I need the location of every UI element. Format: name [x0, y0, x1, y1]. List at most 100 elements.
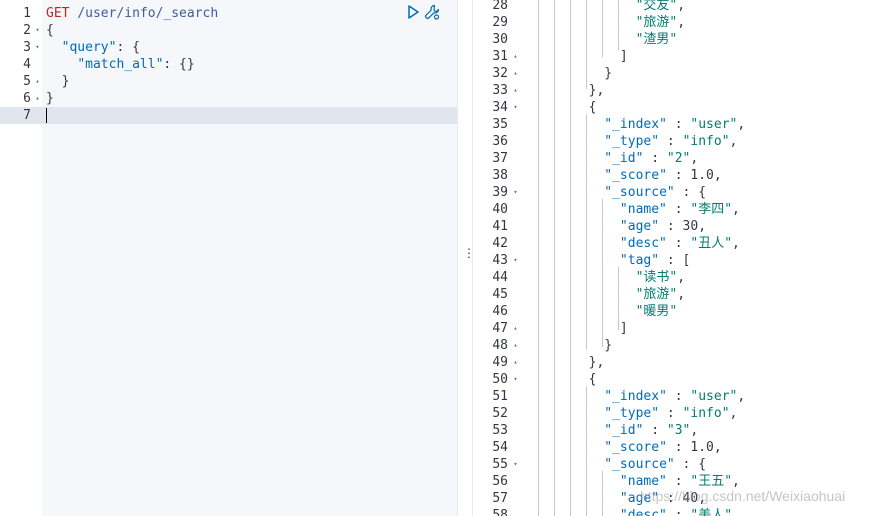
- fold-close-icon[interactable]: ▴: [33, 73, 42, 90]
- token-num: 1.0: [690, 168, 714, 183]
- code-text: }: [526, 337, 612, 354]
- pane-resizer[interactable]: ⋮: [457, 0, 475, 516]
- code-line[interactable]: 39 ▾ "_source" : {: [473, 184, 894, 201]
- token-punc: ,: [698, 219, 707, 234]
- line-number: 58: [492, 508, 508, 516]
- code-text: "_source" : {: [526, 456, 706, 473]
- code-line[interactable]: 1 GET /user/info/_search: [0, 5, 457, 22]
- line-number: 38: [492, 168, 508, 183]
- token-key: "match_all": [77, 57, 164, 72]
- code-line[interactable]: 42 "desc" : "丑人",: [473, 235, 894, 252]
- fold-open-icon[interactable]: ▾: [511, 252, 520, 269]
- code-line[interactable]: 47 ▴ ]: [473, 320, 894, 337]
- token-key: "_source": [604, 185, 675, 200]
- code-text: "_index" : "user",: [526, 116, 745, 133]
- line-number: 3: [23, 40, 31, 55]
- token-punc: }: [526, 66, 613, 81]
- request-editor[interactable]: 1 GET /user/info/_search 2 ▾{3 ▾ "query": {4…: [0, 0, 457, 516]
- line-number: 49: [492, 355, 508, 370]
- code-line[interactable]: 58 "desc" : "美人",: [473, 507, 894, 516]
- code-text: "_type" : "info",: [526, 405, 737, 422]
- code-text: "_source" : {: [526, 184, 706, 201]
- code-line[interactable]: 53 "_id" : "3",: [473, 422, 894, 439]
- token-punc: ,: [713, 168, 722, 183]
- token-str: "交友": [635, 0, 678, 13]
- code-line[interactable]: 34 ▾ {: [473, 99, 894, 116]
- token-punc: [526, 253, 620, 268]
- code-line[interactable]: 36 "_type" : "info",: [473, 133, 894, 150]
- token-punc: [526, 304, 636, 319]
- fold-open-icon[interactable]: ▾: [511, 99, 520, 116]
- token-str: "info": [682, 134, 730, 149]
- token-url: /user/info/_search: [77, 6, 219, 21]
- code-line[interactable]: 44 "读书",: [473, 269, 894, 286]
- code-line[interactable]: 37 "_id" : "2",: [473, 150, 894, 167]
- wrench-icon[interactable]: [424, 4, 440, 20]
- token-str: "user": [690, 389, 738, 404]
- code-line[interactable]: 4 "match_all": {}: [0, 56, 457, 73]
- token-punc: {: [526, 100, 597, 115]
- fold-close-icon[interactable]: ▴: [511, 337, 520, 354]
- fold-close-icon[interactable]: ▴: [33, 90, 42, 107]
- code-line[interactable]: 54 "_score" : 1.0,: [473, 439, 894, 456]
- token-punc: :: [659, 406, 683, 421]
- code-line[interactable]: 31 ▴ ]: [473, 48, 894, 65]
- fold-open-icon[interactable]: ▾: [33, 22, 42, 39]
- code-line[interactable]: 30 "渣男": [473, 31, 894, 48]
- code-line[interactable]: 32 ▴ }: [473, 65, 894, 82]
- code-line[interactable]: 43 ▾ "tag" : [: [473, 252, 894, 269]
- line-number: 4: [23, 57, 31, 72]
- token-key: "name": [619, 474, 667, 489]
- line-number: 51: [492, 389, 508, 404]
- fold-close-icon[interactable]: ▴: [511, 65, 520, 82]
- code-line[interactable]: 7: [0, 107, 457, 124]
- fold-close-icon[interactable]: ▴: [511, 354, 520, 371]
- code-text: },: [526, 354, 605, 371]
- code-text: "旅游",: [526, 14, 685, 31]
- code-line[interactable]: 50 ▾ {: [473, 371, 894, 388]
- token-punc: [526, 219, 620, 234]
- code-line[interactable]: 33 ▴ },: [473, 82, 894, 99]
- code-text: "match_all": {}: [46, 56, 194, 73]
- token-punc: [526, 202, 620, 217]
- code-line[interactable]: 52 "_type" : "info",: [473, 405, 894, 422]
- fold-open-icon[interactable]: ▾: [511, 184, 520, 201]
- token-punc: :: [666, 202, 691, 217]
- code-line[interactable]: 6 ▴}: [0, 90, 457, 107]
- code-line[interactable]: 45 "旅游",: [473, 286, 894, 303]
- token-key: "_score": [604, 168, 667, 183]
- token-punc: :: [666, 117, 691, 132]
- code-line[interactable]: 2 ▾ {: [0, 22, 457, 39]
- line-number: 55: [492, 457, 508, 472]
- line-number: 2: [23, 23, 31, 38]
- code-line[interactable]: 49 ▴ },: [473, 354, 894, 371]
- fold-close-icon[interactable]: ▴: [511, 82, 520, 99]
- code-line[interactable]: 3 ▾ "query": {: [0, 39, 457, 56]
- token-str: "读书": [635, 270, 678, 285]
- code-line[interactable]: 29 "旅游",: [473, 14, 894, 31]
- run-request-icon[interactable]: [406, 4, 420, 20]
- fold-close-icon[interactable]: ▴: [511, 320, 520, 337]
- code-line[interactable]: 55 ▾ "_source" : {: [473, 456, 894, 473]
- drag-handle-icon[interactable]: ⋮: [463, 247, 475, 259]
- code-line[interactable]: 46 "暖男": [473, 303, 894, 320]
- fold-close-icon[interactable]: ▴: [511, 48, 520, 65]
- code-line[interactable]: 51 "_index" : "user",: [473, 388, 894, 405]
- code-line[interactable]: 41 "age" : 30,: [473, 218, 894, 235]
- code-line[interactable]: 28 "交友",: [473, 0, 894, 14]
- code-line[interactable]: 5 ▴ }: [0, 73, 457, 90]
- code-line[interactable]: 38 "_score" : 1.0,: [473, 167, 894, 184]
- token-punc: ,: [737, 117, 746, 132]
- code-line[interactable]: 40 "name" : "李四",: [473, 201, 894, 218]
- response-viewer[interactable]: 28 "交友", 29 "旅游", 30 "渣男" 31 ▴ ] 32 ▴ } 33 ▴ }, 3…: [473, 0, 894, 516]
- code-line[interactable]: 48 ▴ }: [473, 337, 894, 354]
- fold-open-icon[interactable]: ▾: [511, 456, 520, 473]
- token-punc: :: [666, 440, 691, 455]
- token-key: "_index": [604, 389, 667, 404]
- code-line[interactable]: 35 "_index" : "user",: [473, 116, 894, 133]
- token-punc: ,: [677, 270, 686, 285]
- fold-open-icon[interactable]: ▾: [511, 371, 520, 388]
- code-text: {: [46, 22, 54, 39]
- fold-open-icon[interactable]: ▾: [33, 39, 42, 56]
- line-number: 28: [492, 0, 508, 13]
